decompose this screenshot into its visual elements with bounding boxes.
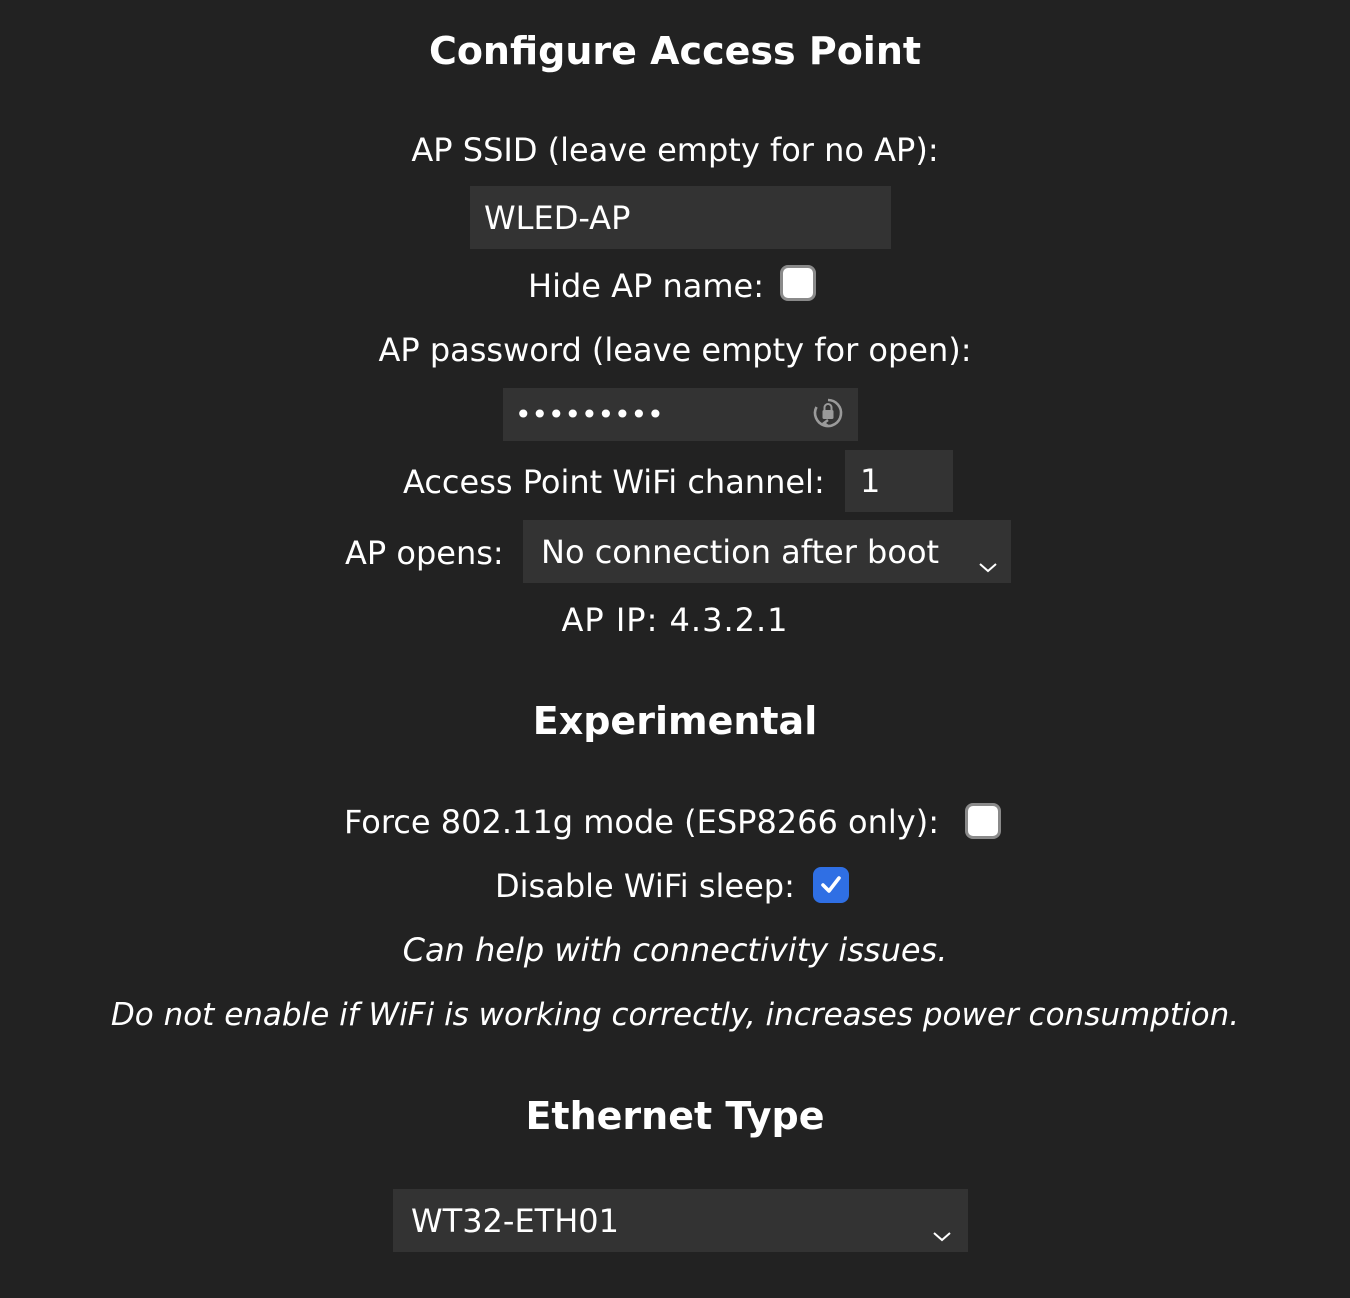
- ethernet-heading: Ethernet Type: [525, 1094, 825, 1138]
- chevron-down-icon: [931, 1214, 953, 1242]
- ap-channel-label: Access Point WiFi channel:: [403, 463, 825, 501]
- chevron-down-icon: [977, 545, 999, 573]
- ap-heading: Configure Access Point: [428, 29, 922, 73]
- experimental-heading: Experimental: [532, 699, 818, 743]
- hide-ap-checkbox[interactable]: [780, 265, 816, 301]
- ap-ip-text: AP IP: 4.3.2.1: [561, 601, 789, 639]
- ethernet-type-select[interactable]: WT32-ETH01: [393, 1189, 968, 1252]
- ap-channel-value: 1: [860, 462, 881, 500]
- lock-reload-icon[interactable]: [811, 396, 845, 430]
- ap-opens-selected: No connection after boot: [541, 532, 940, 571]
- ap-opens-label: AP opens:: [345, 534, 504, 572]
- ap-password-input[interactable]: •••••••••: [503, 388, 858, 441]
- sleep-note-2: Do not enable if WiFi is working correct…: [110, 997, 1240, 1033]
- force-g-checkbox[interactable]: [965, 803, 1001, 839]
- ap-channel-input[interactable]: 1: [845, 450, 953, 512]
- ap-ssid-value: WLED-AP: [484, 198, 631, 237]
- hide-ap-label: Hide AP name:: [528, 267, 765, 305]
- ap-ssid-input[interactable]: WLED-AP: [470, 186, 891, 249]
- ap-opens-select[interactable]: No connection after boot: [523, 520, 1011, 583]
- checkmark-icon: [818, 872, 844, 902]
- ap-password-mask: •••••••••: [515, 398, 664, 431]
- sleep-note-1: Can help with connectivity issues.: [402, 931, 948, 969]
- ap-ssid-label: AP SSID (leave empty for no AP):: [411, 131, 939, 169]
- ethernet-type-selected: WT32-ETH01: [411, 1201, 619, 1240]
- ap-password-label: AP password (leave empty for open):: [378, 331, 972, 369]
- force-g-label: Force 802.11g mode (ESP8266 only):: [344, 803, 939, 841]
- disable-sleep-checkbox[interactable]: [813, 867, 849, 903]
- disable-sleep-label: Disable WiFi sleep:: [495, 867, 795, 905]
